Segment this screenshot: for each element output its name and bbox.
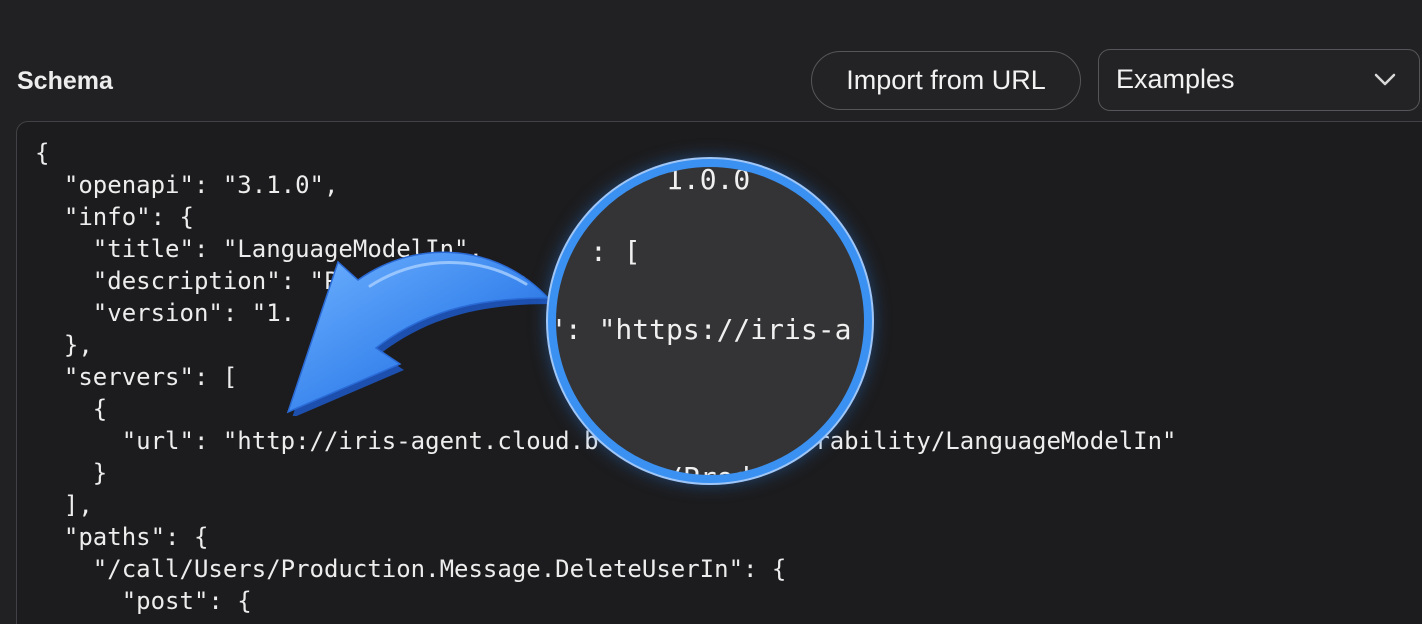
chevron-down-icon <box>1374 73 1396 86</box>
code-line: "paths": { <box>35 523 209 551</box>
code-line: ], <box>35 491 93 519</box>
zoom-line: 1.0.0 <box>666 163 751 196</box>
zoom-line: ": "https://iris-a <box>548 313 852 346</box>
code-line: } <box>35 459 108 487</box>
import-from-url-button[interactable]: Import from URL <box>811 51 1081 110</box>
code-line: { <box>35 139 50 167</box>
examples-dropdown[interactable]: Examples <box>1098 49 1420 111</box>
code-line: "/call/Users/Production.Message.DeleteUs… <box>35 555 787 583</box>
curved-arrow-icon <box>286 251 552 416</box>
schema-title: Schema <box>17 67 113 95</box>
code-line: "post": { <box>35 587 252 615</box>
magnifier-lens: 1.0.0 : [ ": "https://iris-a /Prod <box>548 159 872 483</box>
zoom-line: /Prod <box>666 461 751 483</box>
examples-dropdown-label: Examples <box>1116 64 1235 94</box>
zoom-line: : [ <box>590 235 641 268</box>
import-from-url-label: Import from URL <box>846 65 1046 95</box>
